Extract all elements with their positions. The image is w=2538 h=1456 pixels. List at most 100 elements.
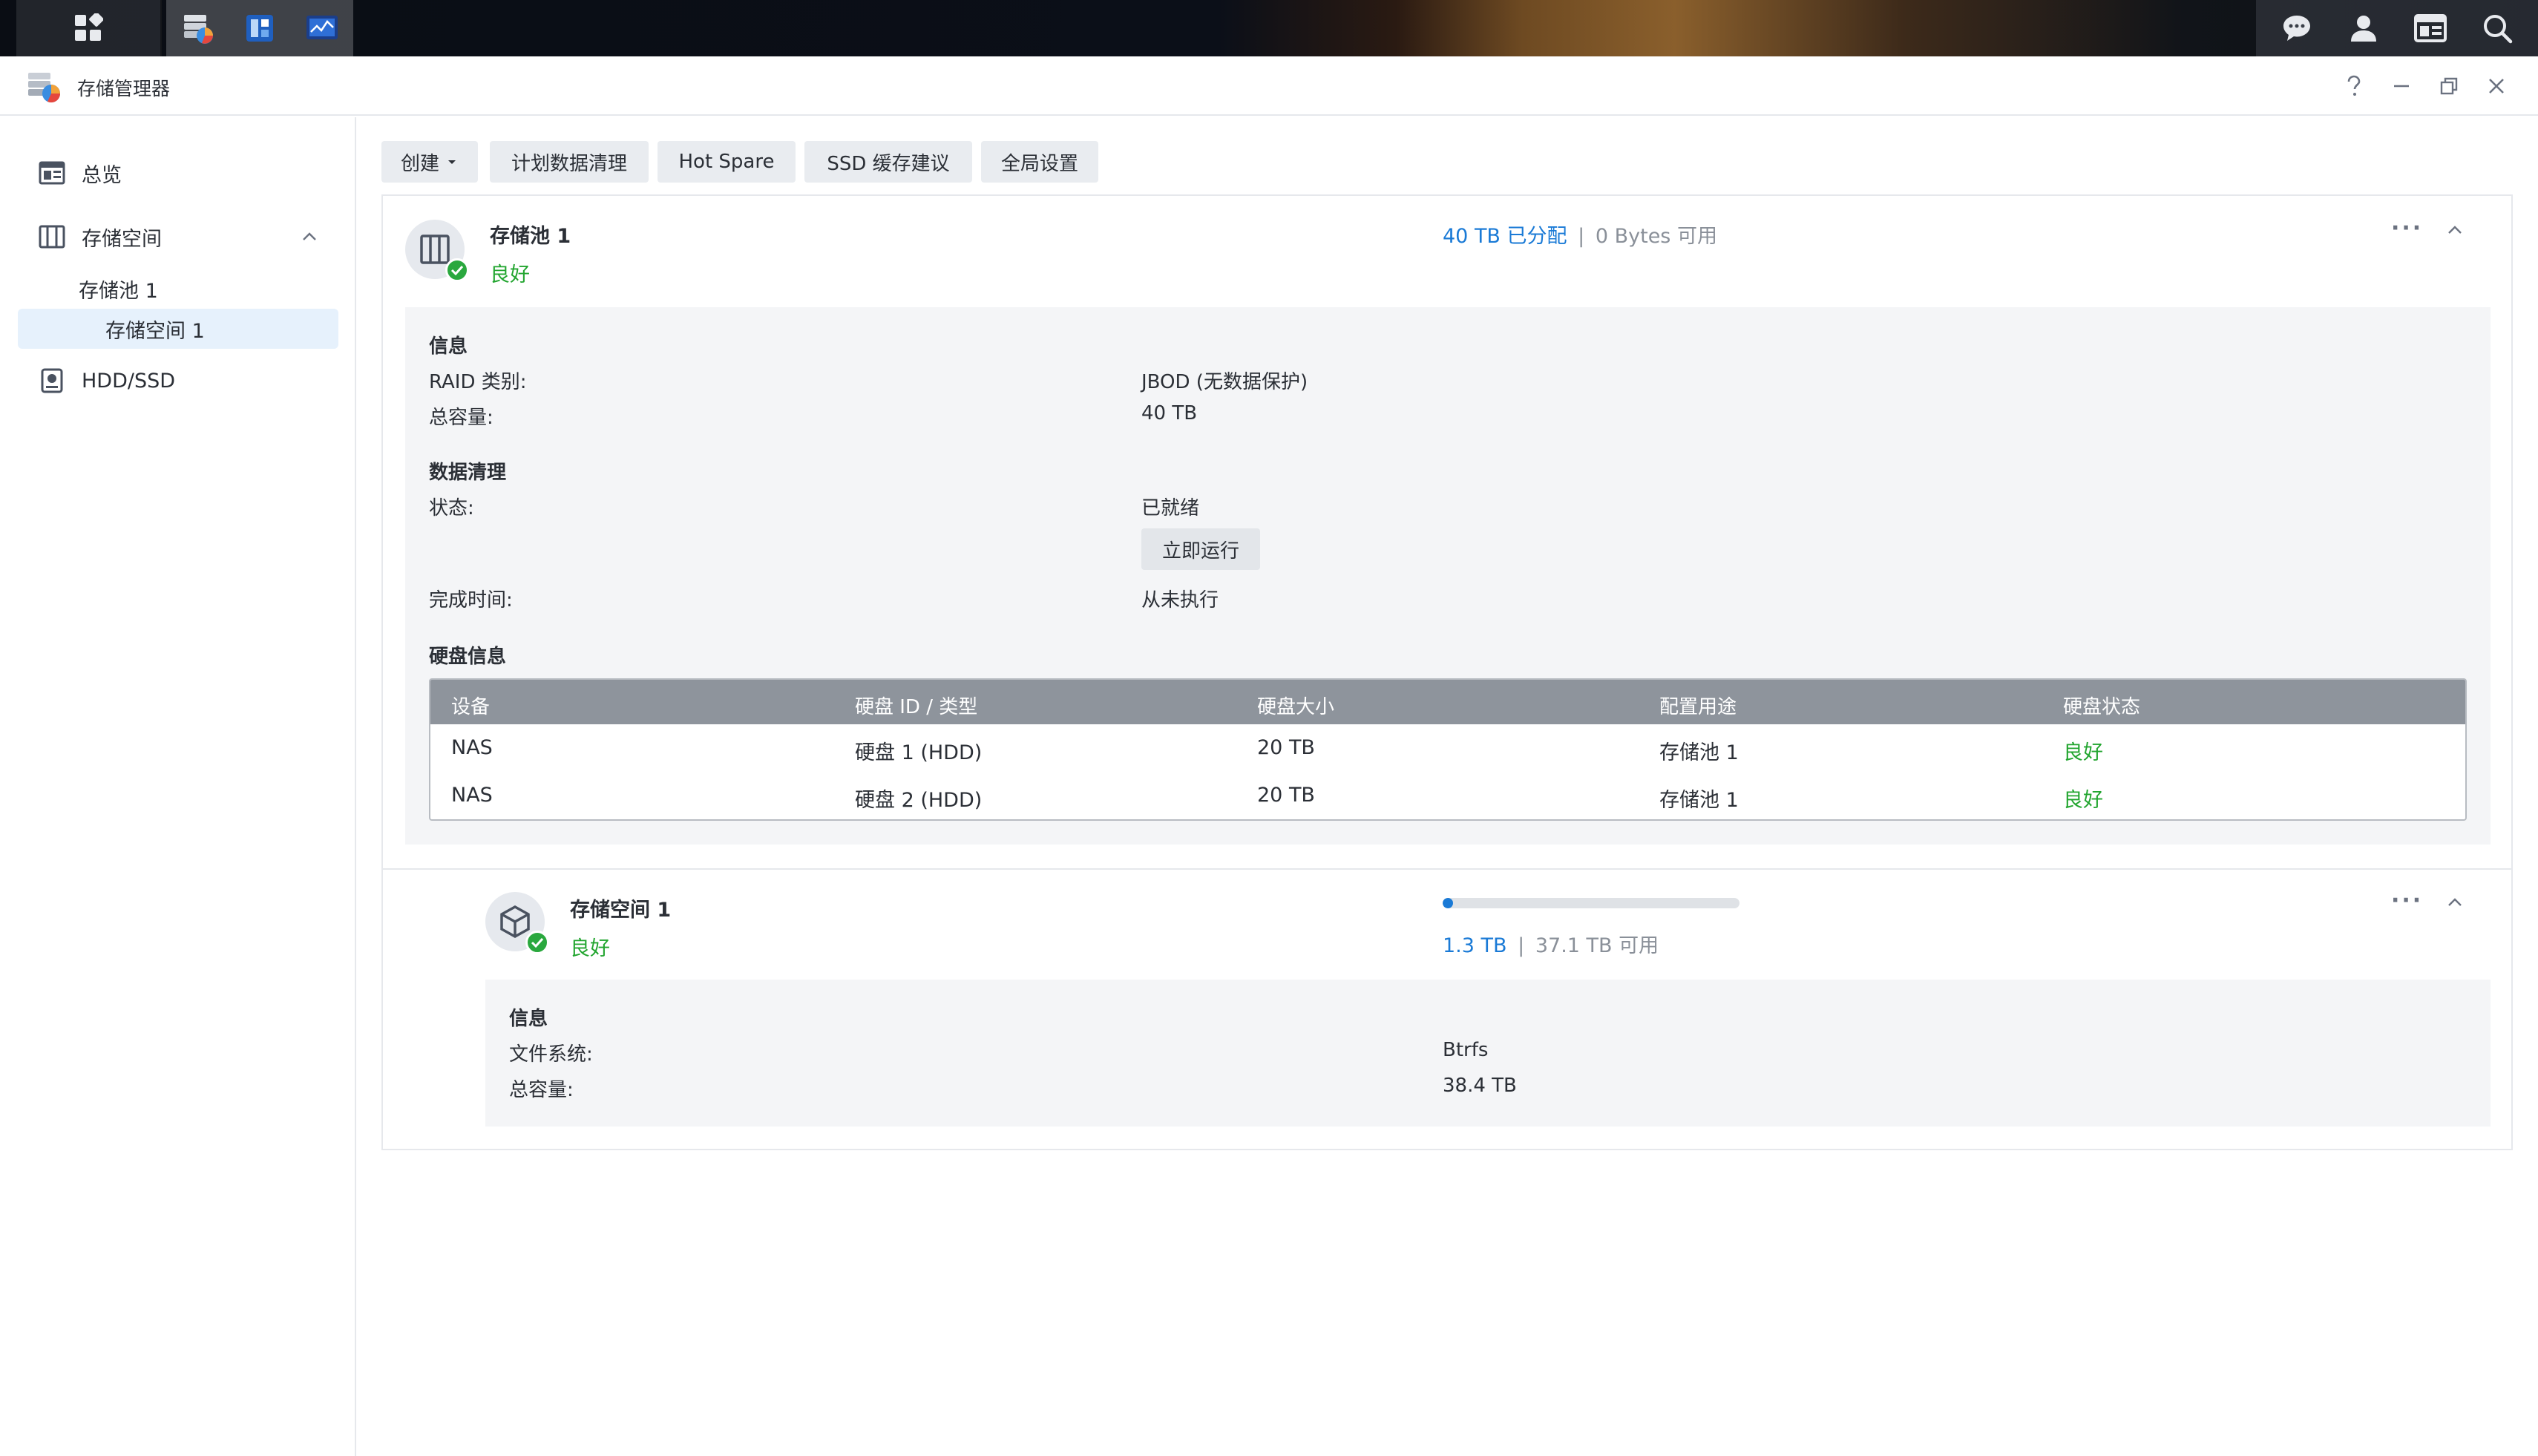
table-cell: NAS [451, 784, 493, 807]
sidebar-item-storage[interactable]: 存储空间 [18, 217, 338, 257]
widgets-icon [2414, 14, 2447, 42]
volume-usage-bar [1443, 898, 1739, 908]
run-now-button[interactable]: 立即运行 [1141, 528, 1260, 570]
pool-info-box: 信息 RAID 类别: JBOD (无数据保护) 总容量: 40 TB 数据清理… [405, 307, 2491, 845]
taskbar-app-2[interactable] [229, 0, 291, 56]
restore-icon [2440, 77, 2458, 95]
package-center-icon [246, 15, 273, 42]
table-cell: 20 TB [1257, 736, 1315, 759]
healthy-check-icon [445, 258, 469, 282]
usage-separator: | [1578, 225, 1585, 248]
scrub-state-value: 已就绪 [1141, 497, 1200, 519]
window-title: 存储管理器 [77, 78, 171, 99]
volume-status: 良好 [570, 937, 610, 960]
restore-button[interactable] [2430, 67, 2468, 105]
search-button[interactable] [2476, 7, 2518, 49]
table-cell: 存储池 1 [1659, 789, 1739, 812]
pool-status: 良好 [490, 263, 530, 286]
sidebar-item-volume-1[interactable]: 存储空间 1 [18, 309, 338, 349]
volume-info-box: 信息 文件系统: Btrfs 总容量: 38.4 TB [485, 980, 2491, 1127]
hot-spare-button[interactable]: Hot Spare [658, 141, 796, 183]
ssd-cache-advice-button[interactable]: SSD 缓存建议 [804, 141, 972, 183]
scrub-heading: 数据清理 [429, 462, 507, 484]
table-cell: 存储池 1 [1659, 741, 1739, 764]
table-cell: NAS [451, 736, 493, 759]
usage-separator: | [1518, 934, 1525, 957]
chat-icon [2283, 16, 2310, 41]
info-heading: 信息 [429, 335, 468, 358]
disk-info-heading: 硬盘信息 [429, 646, 507, 668]
volume-available: 37.1 TB 可用 [1535, 934, 1659, 957]
minimize-icon [2394, 85, 2409, 88]
minimize-button[interactable] [2382, 67, 2421, 105]
taskbar-app-3[interactable] [291, 0, 353, 56]
disk-status: 良好 [2063, 789, 2103, 812]
sidebar-item-label: 存储空间 [82, 227, 162, 251]
taskbar-running-apps [166, 0, 353, 56]
help-button[interactable] [2335, 67, 2373, 105]
storage-panel: 存储池 1 良好 40 TB 已分配 | 0 Bytes 可用 ··· 信息 R… [381, 194, 2513, 1150]
sidebar-item-overview[interactable]: 总览 [18, 153, 338, 193]
user-icon [2351, 16, 2376, 42]
filesystem-value: Btrfs [1443, 1039, 1489, 1061]
close-icon [2489, 79, 2504, 94]
scrub-state-label: 状态: [429, 497, 474, 519]
table-row[interactable]: NAS 硬盘 2 (HDD) 20 TB 存储池 1 良好 [430, 772, 2465, 819]
pool-allocated: 40 TB 已分配 [1443, 225, 1567, 248]
finish-time-label: 完成时间: [429, 589, 513, 611]
table-cell: 20 TB [1257, 784, 1315, 807]
apps-grid-icon [75, 13, 103, 41]
section-divider [383, 868, 2511, 870]
taskbar [0, 0, 2538, 56]
total-capacity-value: 38.4 TB [1443, 1075, 1517, 1097]
main-menu-button[interactable] [16, 0, 162, 56]
search-icon [2484, 15, 2513, 44]
table-cell: 硬盘 2 (HDD) [855, 789, 983, 812]
column-header: 配置用途 [1659, 696, 1737, 718]
pool-title: 存储池 1 [490, 225, 571, 248]
global-settings-button[interactable]: 全局设置 [981, 141, 1098, 183]
overview-icon [37, 158, 67, 188]
raid-type-value: JBOD (无数据保护) [1141, 371, 1308, 393]
disk-status: 良好 [2063, 741, 2103, 764]
disk-icon [37, 366, 67, 396]
disk-table: 设备 硬盘 ID / 类型 硬盘大小 配置用途 硬盘状态 NAS 硬盘 1 (H… [429, 678, 2467, 821]
sidebar-item-label: 存储池 1 [79, 279, 158, 303]
pool-available: 0 Bytes 可用 [1595, 225, 1717, 248]
column-header: 硬盘 ID / 类型 [855, 696, 978, 718]
widgets-button[interactable] [2410, 7, 2451, 49]
resource-monitor-icon [306, 16, 338, 39]
sidebar: 总览 存储空间 存储池 1 存储空间 1 HDD/SSD [0, 117, 356, 1456]
volume-usage-bar-fill [1443, 898, 1453, 908]
user-button[interactable] [2343, 7, 2384, 49]
taskbar-apps [16, 0, 353, 56]
column-header: 硬盘状态 [2063, 696, 2141, 718]
raid-type-label: RAID 类别: [429, 371, 527, 393]
taskbar-storage-manager[interactable] [166, 0, 229, 56]
healthy-check-icon [525, 931, 549, 954]
chevron-up-icon[interactable] [2444, 892, 2465, 913]
close-button[interactable] [2477, 67, 2516, 105]
total-capacity-label: 总容量: [429, 407, 494, 429]
volume-icon [485, 892, 549, 954]
total-capacity-value: 40 TB [1141, 402, 1198, 424]
table-row[interactable]: NAS 硬盘 1 (HDD) 20 TB 存储池 1 良好 [430, 724, 2465, 772]
taskbar-tray [2256, 0, 2538, 56]
chevron-up-icon[interactable] [300, 227, 319, 246]
table-cell: 硬盘 1 (HDD) [855, 741, 983, 764]
scrub-schedule-button[interactable]: 计划数据清理 [490, 141, 649, 183]
create-dropdown-button[interactable]: 创建 [381, 141, 478, 183]
disk-table-header: 设备 硬盘 ID / 类型 硬盘大小 配置用途 硬盘状态 [430, 680, 2465, 724]
sidebar-item-pool-1[interactable]: 存储池 1 [18, 269, 338, 309]
storage-manager-icon [28, 73, 61, 103]
more-options-icon[interactable]: ··· [2391, 888, 2423, 914]
storage-pool-icon [405, 220, 469, 282]
volume-used: 1.3 TB [1443, 934, 1507, 957]
create-label: 创建 [400, 152, 439, 175]
column-header: 设备 [451, 696, 491, 718]
more-options-icon[interactable]: ··· [2391, 215, 2423, 241]
chevron-up-icon[interactable] [2444, 220, 2465, 240]
notifications-button[interactable] [2276, 7, 2318, 49]
window-titlebar: 存储管理器 [0, 56, 2538, 116]
sidebar-item-hdd-ssd[interactable]: HDD/SSD [18, 361, 338, 401]
